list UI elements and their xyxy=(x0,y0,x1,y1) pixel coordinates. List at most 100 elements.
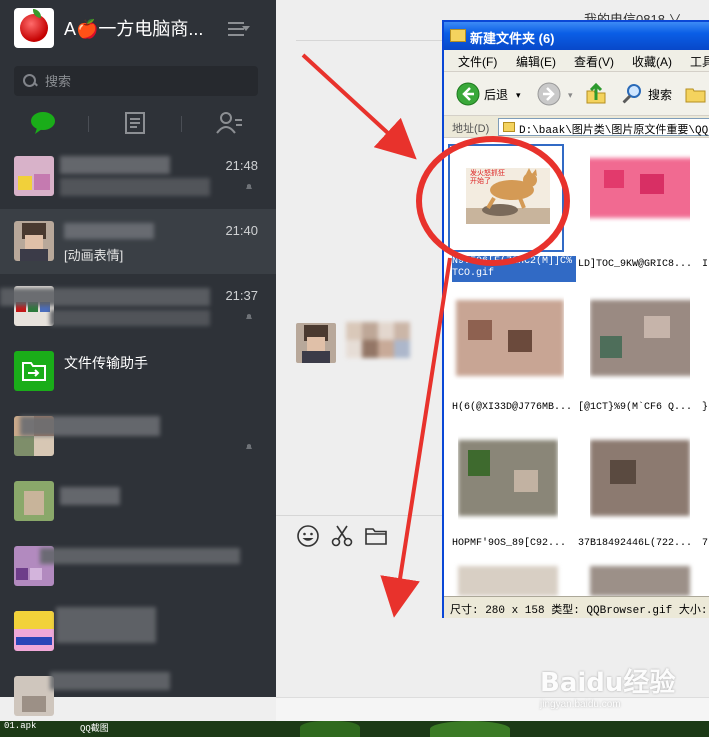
menu-edit[interactable]: 编辑(E) xyxy=(516,53,556,70)
chat-avatar xyxy=(14,481,54,521)
blurred-preview xyxy=(50,310,210,326)
thumbnail-label[interactable]: H(6(@XI33D@J776MB... xyxy=(452,402,572,413)
chat-item[interactable]: 21:48 xyxy=(0,144,276,209)
sidebar-tabs xyxy=(0,106,276,140)
blurred-name xyxy=(20,416,160,436)
thumbnail[interactable] xyxy=(458,430,558,520)
blurred-preview xyxy=(60,178,210,196)
status-text: 尺寸: 280 x 158 类型: QQBrowser.gif 大小: 53 xyxy=(450,605,709,617)
watermark-brand: Baidu经验 xyxy=(540,668,676,698)
chat-avatar xyxy=(14,611,54,651)
status-bar: 尺寸: 280 x 158 类型: QQBrowser.gif 大小: 53 xyxy=(444,596,709,618)
chat-time: 21:48 xyxy=(225,158,258,173)
folder-icon[interactable] xyxy=(364,524,388,548)
folders-icon[interactable] xyxy=(684,82,708,106)
search-magnifier-icon[interactable] xyxy=(620,82,644,106)
back-dropdown-icon[interactable]: ▾ xyxy=(516,90,521,101)
forward-dropdown-icon[interactable]: ▾ xyxy=(568,90,573,101)
chat-item[interactable]: 21:37 xyxy=(0,274,276,339)
menu-tools[interactable]: 工具 xyxy=(690,53,709,70)
explorer-window: 新建文件夹 (6) 文件(F) 编辑(E) 查看(V) 收藏(A) 工具 后退 … xyxy=(442,20,709,618)
up-folder-icon[interactable] xyxy=(584,82,608,106)
chat-avatar xyxy=(14,221,54,261)
thumbnail[interactable] xyxy=(590,566,690,596)
back-label[interactable]: 后退 xyxy=(484,86,508,103)
profile[interactable]: A🍎一方电脑商... xyxy=(14,8,203,48)
mute-bell-icon xyxy=(246,444,252,449)
search-input[interactable] xyxy=(45,73,245,89)
thumbnail-label[interactable]: HOPMF'9OS_89[C92... xyxy=(452,538,566,549)
menu-file[interactable]: 文件(F) xyxy=(458,53,497,70)
smiley-icon[interactable] xyxy=(296,524,320,548)
watermark-url: jingyan.baidu.com xyxy=(540,699,621,710)
mute-bell-icon xyxy=(246,314,252,319)
composer-toolbar xyxy=(296,524,398,548)
blurred-name xyxy=(0,288,210,306)
contacts-book-icon[interactable] xyxy=(120,110,150,136)
wechat-sidebar: A🍎一方电脑商... 搜索 21:48 [动画表情] 21:40 21:37 文… xyxy=(0,0,276,716)
chat-name: 文件传输助手 xyxy=(64,355,148,371)
file-thumbnail-view[interactable]: 发火怒抓狂 开始了 N9VF06[F(72HC2(M]]C%TCO.gif LD… xyxy=(444,138,709,596)
back-arrow-icon[interactable] xyxy=(456,82,480,106)
chat-item[interactable] xyxy=(0,534,276,599)
profile-name: A🍎一方电脑商... xyxy=(64,19,204,39)
file-transfer-icon xyxy=(14,351,54,391)
chat-item[interactable] xyxy=(0,599,276,664)
search-label[interactable]: 搜索 xyxy=(648,86,672,103)
desktop-file-label[interactable]: QQ截图 xyxy=(80,721,109,734)
window-titlebar[interactable]: 新建文件夹 (6) xyxy=(444,22,709,50)
tab-divider xyxy=(181,116,182,132)
forward-arrow-icon[interactable] xyxy=(537,82,561,106)
tab-divider xyxy=(88,116,89,132)
thumbnail-label[interactable]: I xyxy=(702,259,708,270)
thumbnail-label[interactable]: LD]TOC_9KW@GRIC8... xyxy=(578,259,692,270)
chat-item[interactable] xyxy=(0,469,276,534)
cat-gif-image xyxy=(466,168,550,224)
window-title: 新建文件夹 (6) xyxy=(470,31,555,46)
chat-item[interactable] xyxy=(0,664,276,729)
menu-icon[interactable] xyxy=(228,22,250,36)
folder-icon xyxy=(450,29,466,42)
scissors-icon[interactable] xyxy=(330,524,354,548)
baidu-jingyan-watermark: Baidu经验 jingyan.baidu.com xyxy=(540,662,675,710)
thumbnail[interactable] xyxy=(590,290,690,380)
thumbnail-label[interactable]: 7 xyxy=(702,538,708,549)
menu-bar: 文件(F) 编辑(E) 查看(V) 收藏(A) 工具 xyxy=(444,50,709,72)
chat-time: 21:37 xyxy=(225,288,258,303)
thumbnail[interactable] xyxy=(448,290,564,380)
address-bar: 地址(D) D:\baak\图片类\图片原文件重要\QQ xyxy=(444,116,709,138)
chat-bubble-icon[interactable] xyxy=(28,110,58,136)
contacts-person-icon[interactable] xyxy=(214,110,244,136)
chat-avatar xyxy=(14,156,54,196)
address-path: D:\baak\图片类\图片原文件重要\QQ xyxy=(519,125,709,137)
chat-item-file-transfer[interactable]: 文件传输助手 xyxy=(0,339,276,404)
thumbnail[interactable] xyxy=(590,430,690,520)
thumbnail-caption: 发火怒抓狂 开始了 xyxy=(470,170,505,185)
address-field[interactable]: D:\baak\图片类\图片原文件重要\QQ xyxy=(498,118,709,137)
search-box[interactable] xyxy=(14,66,258,96)
blurred-name xyxy=(50,672,170,690)
thumbnail[interactable] xyxy=(590,144,690,224)
blurred-name xyxy=(60,487,120,505)
thumbnail-label[interactable]: 37B18492446L(722... xyxy=(578,538,692,549)
thumbnail-label[interactable]: } xyxy=(702,402,708,413)
profile-avatar[interactable] xyxy=(14,8,54,48)
blurred-name xyxy=(40,548,240,564)
address-label: 地址(D) xyxy=(452,123,490,135)
thumbnail-label[interactable]: [@1CT}%9(M`CF6 Q... xyxy=(578,402,692,413)
message-avatar[interactable] xyxy=(296,323,336,363)
thumbnail-selected[interactable]: 发火怒抓狂 开始了 xyxy=(448,144,564,252)
blurred-message xyxy=(346,322,422,358)
chat-time: 21:40 xyxy=(225,223,258,238)
chat-list: 21:48 [动画表情] 21:40 21:37 文件传输助手 xyxy=(0,144,276,729)
desktop-background: 01.apk QQ截图 xyxy=(0,721,709,737)
menu-favorites[interactable]: 收藏(A) xyxy=(632,53,672,70)
thumbnail-label-selected[interactable]: N9VF06[F(72HC2(M]]C%TCO.gif xyxy=(452,256,576,282)
chat-item-active[interactable]: [动画表情] 21:40 xyxy=(0,209,276,274)
chat-item[interactable] xyxy=(0,404,276,469)
menu-view[interactable]: 查看(V) xyxy=(574,53,614,70)
thumbnail[interactable] xyxy=(458,566,558,596)
folder-icon xyxy=(503,122,515,132)
blurred-name xyxy=(56,607,156,643)
desktop-file-label[interactable]: 01.apk xyxy=(4,721,36,731)
